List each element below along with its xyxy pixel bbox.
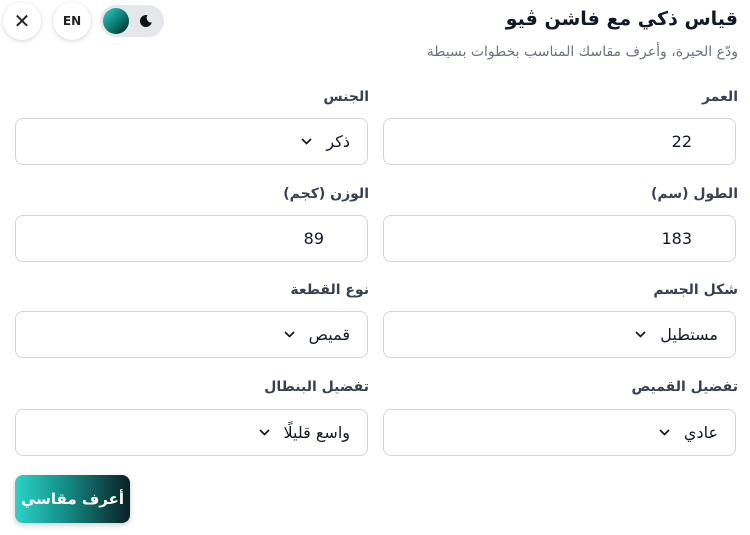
close-icon: ✕ [13, 9, 31, 33]
weight-label: الوزن (كجم) [283, 186, 369, 202]
pants-fit-label: تفضيل البنطال [264, 379, 369, 395]
page-subtitle: ودّع الحيرة، وأعرف مقاسك المناسب بخطوات … [426, 44, 738, 60]
chevron-down-icon [635, 331, 646, 338]
age-input[interactable]: 22 [383, 118, 736, 165]
chevron-down-icon [301, 138, 312, 145]
gender-label: الجنس [323, 89, 369, 105]
theme-toggle[interactable] [100, 5, 164, 37]
language-toggle-button[interactable]: EN [53, 2, 91, 40]
page-title: قياس ذكي مع فاشن ڤيو [505, 8, 738, 30]
weight-input[interactable]: 89 [15, 215, 368, 262]
weight-value: 89 [303, 229, 324, 248]
body-shape-value: مستطيل [660, 325, 718, 344]
top-bar: ✕ EN قياس ذكي مع فاشن ڤيو [0, 0, 750, 45]
toggle-knob [103, 8, 129, 34]
pants-fit-select[interactable]: واسع قليلًا [15, 409, 368, 456]
garment-type-select[interactable]: قميص [15, 311, 368, 358]
language-label: EN [62, 14, 82, 28]
garment-type-value: قميص [308, 325, 350, 344]
shirt-fit-select[interactable]: عادي [383, 409, 736, 456]
chevron-down-icon [258, 429, 270, 436]
submit-button[interactable]: أعرف مقاسي [15, 475, 130, 523]
moon-icon [139, 15, 152, 28]
submit-label: أعرف مقاسي [21, 490, 125, 508]
shirt-fit-value: عادي [683, 423, 718, 442]
close-button[interactable]: ✕ [3, 2, 41, 40]
body-shape-label: شكل الجسم [653, 282, 738, 298]
chevron-down-icon [659, 429, 670, 436]
age-value: 22 [671, 132, 692, 151]
height-input[interactable]: 183 [383, 215, 736, 262]
age-label: العمر [701, 89, 738, 105]
height-label: الطول (سم) [650, 186, 738, 202]
garment-type-label: نوع القطعة [290, 282, 369, 298]
gender-value: ذكر [326, 132, 350, 151]
chevron-down-icon [284, 331, 295, 338]
body-shape-select[interactable]: مستطيل [383, 311, 736, 358]
height-value: 183 [661, 229, 692, 248]
shirt-fit-label: تفضيل القميص [631, 379, 738, 395]
pants-fit-value: واسع قليلًا [283, 423, 351, 442]
gender-select[interactable]: ذكر [15, 118, 368, 165]
